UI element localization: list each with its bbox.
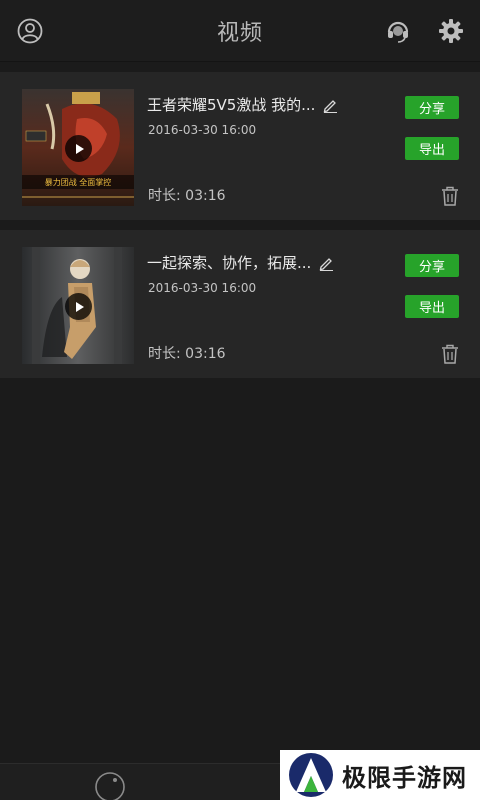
page-title: 视频 — [216, 20, 263, 46]
trash-icon[interactable] — [440, 343, 460, 365]
video-title: 一起探索、协作，拓展... — [147, 254, 312, 272]
video-date: 2016-03-30 16:00 — [148, 281, 257, 295]
video-title-row: 王者荣耀5V5激战 我的... — [147, 94, 338, 115]
video-thumbnail[interactable]: 暴力团战 全面掌控 — [22, 89, 134, 206]
video-title: 王者荣耀5V5激战 我的... — [147, 96, 316, 114]
video-duration: 时长: 03:16 — [148, 188, 226, 204]
video-card[interactable]: 暴力团战 全面掌控 王者荣耀5V5激战 我的... 2016-03-30 16:… — [0, 72, 480, 220]
edit-pencil-icon[interactable] — [318, 255, 334, 271]
video-card[interactable]: 一起探索、协作，拓展... 2016-03-30 16:00 时长: 03:16… — [0, 230, 480, 378]
share-button[interactable]: 分享 — [405, 96, 459, 119]
thumbnail-caption: 暴力团战 全面掌控 — [45, 177, 112, 187]
export-button[interactable]: 导出 — [405, 295, 459, 318]
user-icon[interactable] — [16, 17, 44, 45]
export-button[interactable]: 导出 — [405, 137, 459, 160]
video-duration: 时长: 03:16 — [148, 346, 226, 362]
headset-icon[interactable] — [384, 17, 412, 45]
play-icon[interactable] — [65, 293, 92, 320]
play-icon[interactable] — [65, 135, 92, 162]
trash-icon[interactable] — [440, 185, 460, 207]
record-icon[interactable] — [94, 771, 126, 800]
video-date: 2016-03-30 16:00 — [148, 123, 257, 137]
app-screen: 视频 暴力团战 全面掌控 王者荣耀5V5激战 我的... 2016-03-30 … — [0, 0, 480, 800]
share-button[interactable]: 分享 — [405, 254, 459, 277]
gear-icon[interactable] — [437, 17, 465, 45]
watermark: 极限手游网 — [280, 750, 480, 800]
video-thumbnail[interactable] — [22, 247, 134, 364]
edit-pencil-icon[interactable] — [322, 97, 338, 113]
video-title-row: 一起探索、协作，拓展... — [147, 252, 334, 273]
watermark-text: 极限手游网 — [342, 763, 467, 792]
top-bar: 视频 — [0, 0, 480, 62]
watermark-logo-icon — [289, 753, 333, 797]
